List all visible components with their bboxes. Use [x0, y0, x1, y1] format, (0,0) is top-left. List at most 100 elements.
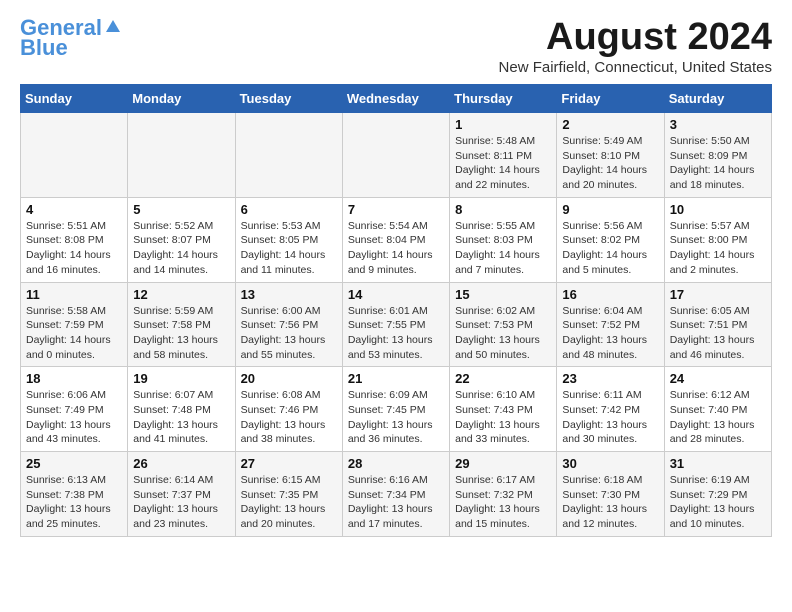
calendar-cell: 24Sunrise: 6:12 AM Sunset: 7:40 PM Dayli…: [664, 367, 771, 452]
day-number: 14: [348, 287, 444, 302]
header: General Blue August 2024 New Fairfield, …: [20, 16, 772, 76]
day-number: 29: [455, 456, 551, 471]
cell-info: Sunrise: 5:58 AM Sunset: 7:59 PM Dayligh…: [26, 304, 122, 363]
cell-info: Sunrise: 5:52 AM Sunset: 8:07 PM Dayligh…: [133, 219, 229, 278]
calendar-cell: 28 Sunrise: 6:16 AM Sunset: 7:34 PM Dayli…: [342, 452, 449, 537]
calendar-cell: 16 Sunrise: 6:04 AM Sunset: 7:52 PM Dayli…: [557, 282, 664, 367]
calendar-week-row: 18 Sunrise: 6:06 AM Sunset: 7:49 PM Dayli…: [21, 367, 772, 452]
day-number: 2: [562, 117, 658, 132]
cell-info: Sunrise: 5:53 AM Sunset: 8:05 PM Dayligh…: [241, 219, 337, 278]
cell-info: Sunrise: 6:19 AM Sunset: 7:29 PM Dayligh…: [670, 473, 766, 532]
calendar-cell: 5 Sunrise: 5:52 AM Sunset: 8:07 PM Daylig…: [128, 197, 235, 282]
calendar-cell: 20 Sunrise: 6:08 AM Sunset: 7:46 PM Dayli…: [235, 367, 342, 452]
calendar-cell: 18 Sunrise: 6:06 AM Sunset: 7:49 PM Dayli…: [21, 367, 128, 452]
day-header-sunday: Sunday: [21, 85, 128, 113]
calendar-week-row: 4Sunrise: 5:51 AM Sunset: 8:08 PM Daylig…: [21, 197, 772, 282]
calendar-week-row: 1Sunrise: 5:48 AM Sunset: 8:11 PM Daylig…: [21, 113, 772, 198]
logo: General Blue: [20, 16, 122, 60]
day-number: 26: [133, 456, 229, 471]
day-number: 17: [670, 287, 766, 302]
day-header-friday: Friday: [557, 85, 664, 113]
cell-info: Sunrise: 6:16 AM Sunset: 7:34 PM Dayligh…: [348, 473, 444, 532]
calendar-cell: 22 Sunrise: 6:10 AM Sunset: 7:43 PM Dayli…: [450, 367, 557, 452]
title-area: August 2024 New Fairfield, Connecticut, …: [499, 16, 772, 76]
cell-info: Sunrise: 6:10 AM Sunset: 7:43 PM Dayligh…: [455, 388, 551, 447]
cell-info: Sunrise: 6:15 AM Sunset: 7:35 PM Dayligh…: [241, 473, 337, 532]
cell-info: Sunrise: 6:08 AM Sunset: 7:46 PM Dayligh…: [241, 388, 337, 447]
cell-info: Sunrise: 5:56 AM Sunset: 8:02 PM Dayligh…: [562, 219, 658, 278]
calendar-cell: 23Sunrise: 6:11 AM Sunset: 7:42 PM Dayli…: [557, 367, 664, 452]
calendar-cell: 30 Sunrise: 6:18 AM Sunset: 7:30 PM Dayli…: [557, 452, 664, 537]
calendar-cell: 31 Sunrise: 6:19 AM Sunset: 7:29 PM Dayli…: [664, 452, 771, 537]
cell-info: Sunrise: 6:18 AM Sunset: 7:30 PM Dayligh…: [562, 473, 658, 532]
calendar-cell: 29 Sunrise: 6:17 AM Sunset: 7:32 PM Dayli…: [450, 452, 557, 537]
calendar-body: 1Sunrise: 5:48 AM Sunset: 8:11 PM Daylig…: [21, 113, 772, 537]
day-number: 1: [455, 117, 551, 132]
cell-info: Sunrise: 5:49 AM Sunset: 8:10 PM Dayligh…: [562, 134, 658, 193]
day-number: 3: [670, 117, 766, 132]
calendar-cell: 7Sunrise: 5:54 AM Sunset: 8:04 PM Daylig…: [342, 197, 449, 282]
main-title: August 2024: [499, 16, 772, 59]
logo-icon: [104, 18, 122, 36]
day-number: 20: [241, 371, 337, 386]
day-number: 9: [562, 202, 658, 217]
calendar-cell: 26Sunrise: 6:14 AM Sunset: 7:37 PM Dayli…: [128, 452, 235, 537]
day-number: 27: [241, 456, 337, 471]
calendar-cell: 10 Sunrise: 5:57 AM Sunset: 8:00 PM Dayli…: [664, 197, 771, 282]
day-number: 7: [348, 202, 444, 217]
calendar-week-row: 25 Sunrise: 6:13 AM Sunset: 7:38 PM Dayli…: [21, 452, 772, 537]
calendar-cell: [342, 113, 449, 198]
day-header-wednesday: Wednesday: [342, 85, 449, 113]
cell-info: Sunrise: 6:06 AM Sunset: 7:49 PM Dayligh…: [26, 388, 122, 447]
calendar-cell: [21, 113, 128, 198]
calendar-cell: 1Sunrise: 5:48 AM Sunset: 8:11 PM Daylig…: [450, 113, 557, 198]
cell-info: Sunrise: 5:55 AM Sunset: 8:03 PM Dayligh…: [455, 219, 551, 278]
day-number: 12: [133, 287, 229, 302]
subtitle: New Fairfield, Connecticut, United State…: [499, 59, 772, 76]
cell-info: Sunrise: 6:17 AM Sunset: 7:32 PM Dayligh…: [455, 473, 551, 532]
cell-info: Sunrise: 6:02 AM Sunset: 7:53 PM Dayligh…: [455, 304, 551, 363]
calendar-table: SundayMondayTuesdayWednesdayThursdayFrid…: [20, 84, 772, 537]
calendar-cell: [235, 113, 342, 198]
day-number: 30: [562, 456, 658, 471]
calendar-week-row: 11 Sunrise: 5:58 AM Sunset: 7:59 PM Dayli…: [21, 282, 772, 367]
calendar-header-row: SundayMondayTuesdayWednesdayThursdayFrid…: [21, 85, 772, 113]
calendar-cell: 21Sunrise: 6:09 AM Sunset: 7:45 PM Dayli…: [342, 367, 449, 452]
calendar-cell: 13 Sunrise: 6:00 AM Sunset: 7:56 PM Dayli…: [235, 282, 342, 367]
cell-info: Sunrise: 6:09 AM Sunset: 7:45 PM Dayligh…: [348, 388, 444, 447]
cell-info: Sunrise: 6:13 AM Sunset: 7:38 PM Dayligh…: [26, 473, 122, 532]
calendar-cell: 11 Sunrise: 5:58 AM Sunset: 7:59 PM Dayli…: [21, 282, 128, 367]
day-number: 25: [26, 456, 122, 471]
day-number: 13: [241, 287, 337, 302]
calendar-cell: 9 Sunrise: 5:56 AM Sunset: 8:02 PM Daylig…: [557, 197, 664, 282]
calendar-cell: 15Sunrise: 6:02 AM Sunset: 7:53 PM Dayli…: [450, 282, 557, 367]
calendar-cell: 17Sunrise: 6:05 AM Sunset: 7:51 PM Dayli…: [664, 282, 771, 367]
cell-info: Sunrise: 5:57 AM Sunset: 8:00 PM Dayligh…: [670, 219, 766, 278]
cell-info: Sunrise: 5:50 AM Sunset: 8:09 PM Dayligh…: [670, 134, 766, 193]
calendar-cell: 25 Sunrise: 6:13 AM Sunset: 7:38 PM Dayli…: [21, 452, 128, 537]
day-number: 10: [670, 202, 766, 217]
logo-blue-text: Blue: [20, 36, 68, 60]
day-number: 5: [133, 202, 229, 217]
day-number: 8: [455, 202, 551, 217]
day-number: 18: [26, 371, 122, 386]
calendar-cell: 27 Sunrise: 6:15 AM Sunset: 7:35 PM Dayli…: [235, 452, 342, 537]
day-header-saturday: Saturday: [664, 85, 771, 113]
cell-info: Sunrise: 6:01 AM Sunset: 7:55 PM Dayligh…: [348, 304, 444, 363]
day-number: 23: [562, 371, 658, 386]
day-number: 16: [562, 287, 658, 302]
calendar-cell: 4Sunrise: 5:51 AM Sunset: 8:08 PM Daylig…: [21, 197, 128, 282]
calendar-cell: 12 Sunrise: 5:59 AM Sunset: 7:58 PM Dayli…: [128, 282, 235, 367]
day-number: 31: [670, 456, 766, 471]
cell-info: Sunrise: 6:00 AM Sunset: 7:56 PM Dayligh…: [241, 304, 337, 363]
calendar-cell: [128, 113, 235, 198]
cell-info: Sunrise: 5:59 AM Sunset: 7:58 PM Dayligh…: [133, 304, 229, 363]
day-number: 22: [455, 371, 551, 386]
cell-info: Sunrise: 6:04 AM Sunset: 7:52 PM Dayligh…: [562, 304, 658, 363]
calendar-cell: 19Sunrise: 6:07 AM Sunset: 7:48 PM Dayli…: [128, 367, 235, 452]
day-number: 11: [26, 287, 122, 302]
day-header-tuesday: Tuesday: [235, 85, 342, 113]
day-number: 28: [348, 456, 444, 471]
cell-info: Sunrise: 5:51 AM Sunset: 8:08 PM Dayligh…: [26, 219, 122, 278]
calendar-cell: 2 Sunrise: 5:49 AM Sunset: 8:10 PM Daylig…: [557, 113, 664, 198]
